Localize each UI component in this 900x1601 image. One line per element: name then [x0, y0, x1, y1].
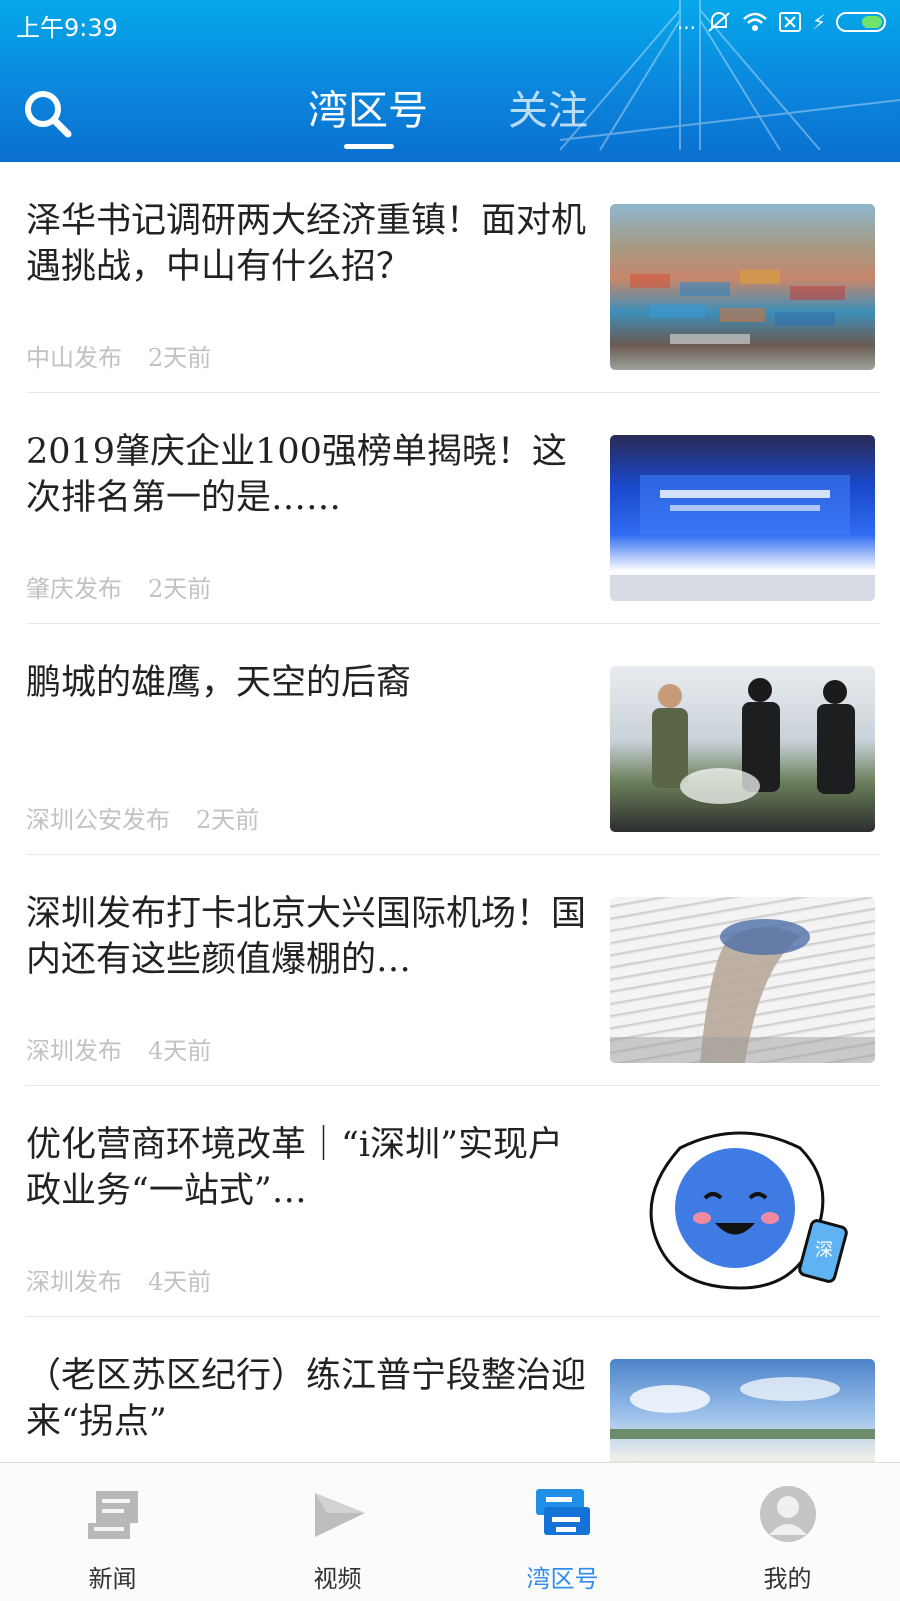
app-header: 上午9:39 ... ⚡ 湾区号 关注	[0, 0, 900, 162]
wifi-icon	[743, 12, 767, 31]
article-source: 深圳公安发布	[26, 806, 170, 834]
tab-label: 湾区号	[526, 1565, 599, 1593]
tab-news[interactable]: 新闻	[0, 1463, 225, 1601]
article-title: 优化营商环境改革｜“i深圳”实现户政业务“一站式”…	[26, 1125, 563, 1211]
article-meta: 中山发布 2天前	[26, 338, 211, 373]
article-thumbnail	[610, 897, 875, 1063]
article-item[interactable]: 优化营商环境改革｜“i深圳”实现户政业务“一站式”… 深圳发布 4天前 深	[0, 1086, 900, 1317]
charging-icon: ⚡	[811, 10, 826, 34]
tab-follow[interactable]: 关注	[508, 78, 588, 136]
tab-bay-area[interactable]: 湾区号	[308, 78, 428, 136]
article-time: 2天前	[148, 344, 212, 372]
status-icons: ... ⚡	[677, 10, 886, 34]
mute-icon	[708, 12, 730, 32]
tab-label: 新闻	[88, 1565, 137, 1593]
article-source: 深圳发布	[26, 1037, 122, 1065]
article-thumbnail: 深	[610, 1128, 875, 1294]
article-meta: 深圳发布 4天前	[26, 1031, 211, 1066]
article-title: （老区苏区纪行）练江普宁段整治迎来“拐点”	[26, 1356, 587, 1442]
article-thumbnail	[610, 204, 875, 370]
article-item[interactable]: （老区苏区纪行）练江普宁段整治迎来“拐点”	[0, 1317, 900, 1462]
article-thumbnail	[610, 666, 875, 832]
article-thumbnail	[610, 1359, 875, 1462]
svg-text:深: 深	[815, 1240, 833, 1261]
article-item[interactable]: 鹏城的雄鹰，天空的后裔 深圳公安发布 2天前	[0, 624, 900, 855]
tab-bay-area-number[interactable]: 湾区号	[450, 1463, 675, 1601]
article-time: 2天前	[148, 575, 212, 603]
tab-video[interactable]: 视频	[225, 1463, 450, 1601]
status-time: 上午9:39	[16, 14, 118, 42]
article-time: 4天前	[148, 1037, 212, 1065]
article-feed: 泽华书记调研两大经济重镇！面对机遇挑战，中山有什么招？ 中山发布 2天前 201…	[0, 162, 900, 1462]
profile-icon	[760, 1486, 816, 1542]
bottom-tab-bar: 新闻 视频 湾区号 我的	[0, 1462, 900, 1601]
article-source: 深圳发布	[26, 1268, 122, 1296]
article-meta: 深圳发布 4天前	[26, 1262, 211, 1297]
article-time: 4天前	[148, 1268, 212, 1296]
play-icon	[315, 1493, 365, 1537]
battery-icon	[836, 12, 886, 32]
bay-area-icon	[536, 1489, 590, 1535]
article-meta: 肇庆发布 2天前	[26, 569, 211, 604]
tab-label: 我的	[763, 1565, 812, 1593]
article-item[interactable]: 深圳发布打卡北京大兴国际机场！国内还有这些颜值爆棚的… 深圳发布 4天前	[0, 855, 900, 1086]
article-item[interactable]: 泽华书记调研两大经济重镇！面对机遇挑战，中山有什么招？ 中山发布 2天前	[0, 162, 900, 393]
article-source: 肇庆发布	[26, 575, 122, 603]
article-title: 泽华书记调研两大经济重镇！面对机遇挑战，中山有什么招？	[26, 201, 587, 287]
article-source: 中山发布	[26, 344, 122, 372]
header-tabs: 湾区号 关注	[0, 78, 900, 154]
article-meta: 深圳公安发布 2天前	[26, 800, 259, 835]
tab-label: 视频	[313, 1565, 362, 1593]
active-tab-indicator	[344, 144, 394, 149]
tab-profile[interactable]: 我的	[675, 1463, 900, 1601]
article-thumbnail	[610, 435, 875, 601]
newspaper-icon	[88, 1491, 138, 1539]
article-title: 2019肇庆企业100强榜单揭晓！这次排名第一的是……	[26, 432, 567, 518]
no-sim-icon	[778, 12, 801, 32]
article-title: 鹏城的雄鹰，天空的后裔	[26, 663, 412, 703]
article-title: 深圳发布打卡北京大兴国际机场！国内还有这些颜值爆棚的…	[26, 894, 587, 980]
more-dots-icon: ...	[676, 10, 696, 34]
article-time: 2天前	[196, 806, 260, 834]
article-item[interactable]: 2019肇庆企业100强榜单揭晓！这次排名第一的是…… 肇庆发布 2天前	[0, 393, 900, 624]
